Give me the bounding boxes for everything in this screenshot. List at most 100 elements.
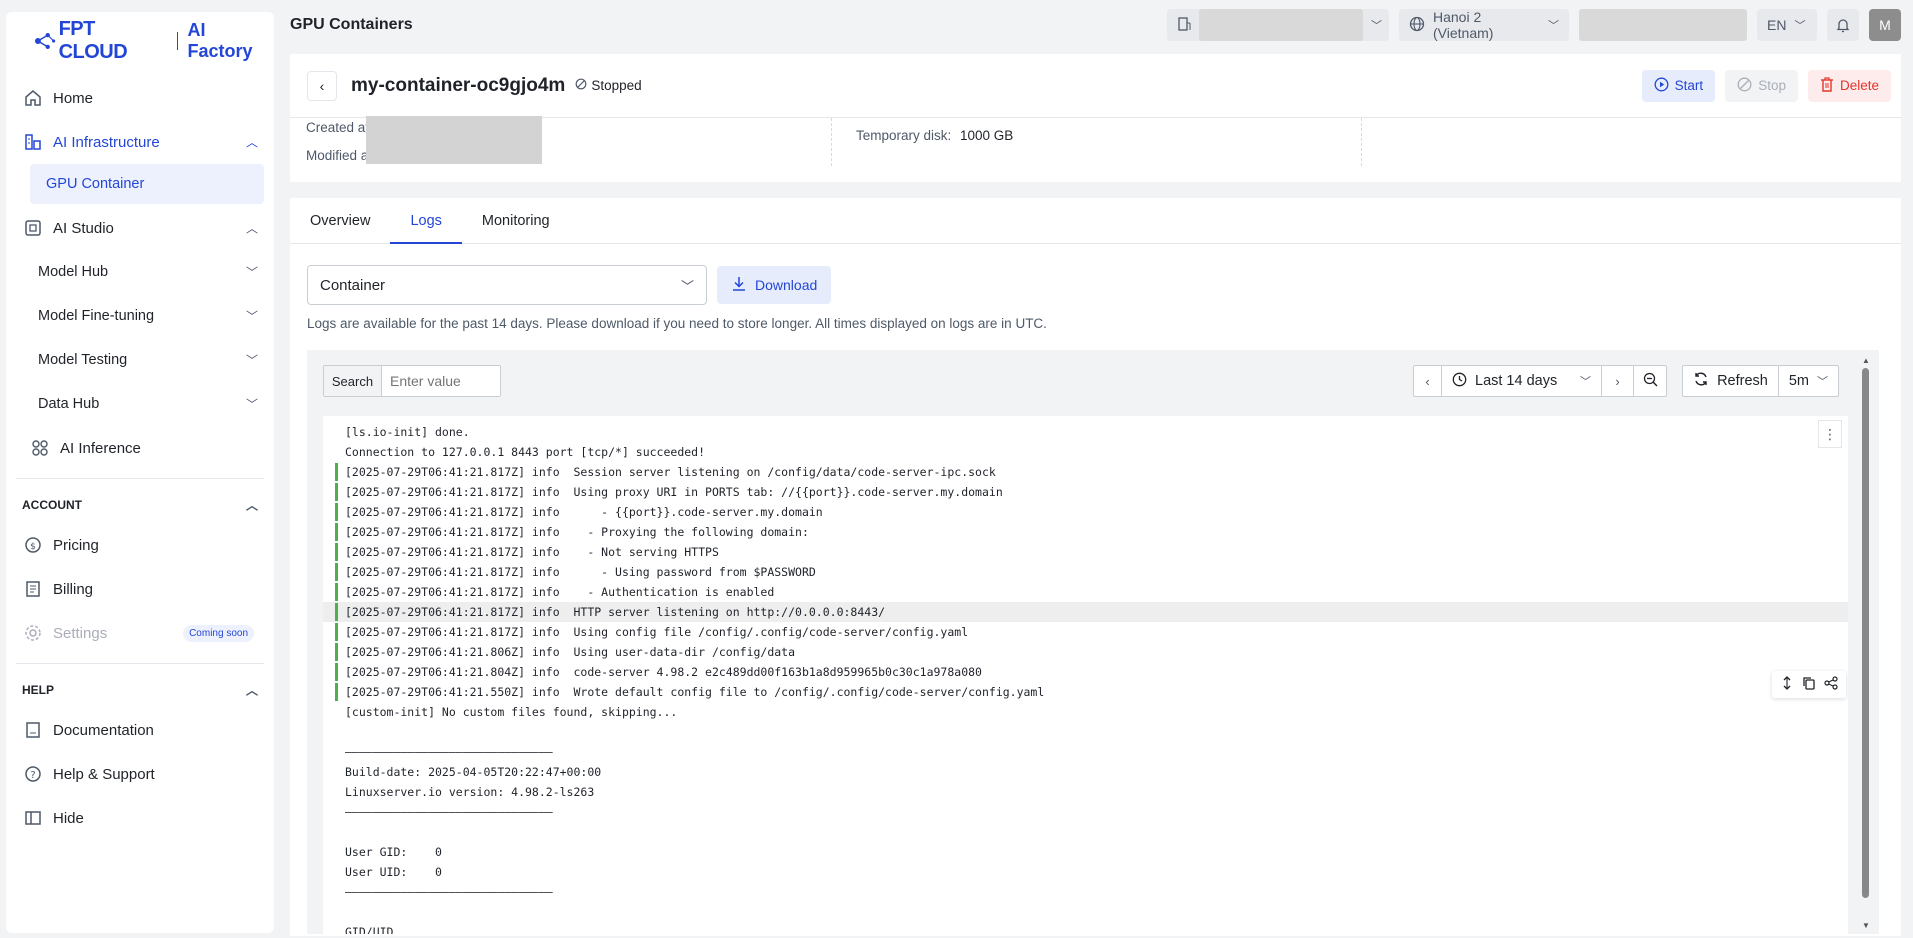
- language-select[interactable]: EN ﹀: [1757, 9, 1817, 41]
- notification-bell-icon[interactable]: [1827, 9, 1859, 41]
- log-toolbar: Container ﹀ Download: [307, 265, 832, 305]
- log-line[interactable]: [2025-07-29T06:41:21.817Z] info - Not se…: [323, 542, 1848, 562]
- log-scrollbar[interactable]: ▲ ▼: [1861, 356, 1871, 930]
- log-line[interactable]: [2025-07-29T06:41:21.817Z] info Session …: [323, 462, 1848, 482]
- log-line[interactable]: User UID: 0: [323, 862, 1848, 882]
- refresh-interval-select[interactable]: 5m ﹀: [1779, 366, 1838, 396]
- chevron-up-icon[interactable]: ︿: [246, 497, 258, 514]
- chevron-down-icon[interactable]: ﹀: [246, 396, 258, 413]
- sidebar-item-model-testing[interactable]: Model Testing ﹀: [6, 338, 274, 382]
- stop-button[interactable]: Stop: [1725, 69, 1798, 102]
- log-line[interactable]: [2025-07-29T06:41:21.817Z] info HTTP ser…: [323, 602, 1848, 622]
- scroll-up-icon[interactable]: ▲: [1861, 356, 1871, 365]
- time-range-picker[interactable]: Last 14 days ﹀: [1442, 366, 1602, 396]
- tab-overview[interactable]: Overview: [310, 198, 390, 243]
- logs-card: Overview Logs Monitoring Container ﹀ Dow…: [290, 198, 1901, 936]
- log-line[interactable]: [2025-07-29T06:41:21.817Z] info - Authen…: [323, 582, 1848, 602]
- log-line[interactable]: [323, 902, 1848, 922]
- chevron-left-icon: ‹: [1425, 373, 1430, 389]
- time-range-controls: ‹ Last 14 days ﹀ ›: [1413, 365, 1667, 397]
- sidebar-item-documentation[interactable]: Documentation: [6, 708, 274, 752]
- log-viewer[interactable]: [ls.io-init] done. Connection to 127.0.0.…: [323, 416, 1848, 934]
- time-prev-button[interactable]: ‹: [1414, 366, 1442, 396]
- account-redacted[interactable]: [1579, 9, 1747, 41]
- brand-logo[interactable]: FPT CLOUD AI Factory: [6, 12, 274, 70]
- chevron-down-icon[interactable]: ﹀: [246, 352, 258, 369]
- sidebar: FPT CLOUD AI Factory Home AI Infrastruct…: [6, 12, 274, 933]
- sidebar-item-ai-studio[interactable]: AI Studio ︿: [6, 206, 274, 250]
- section-help[interactable]: HELP ︿: [6, 672, 274, 708]
- log-line[interactable]: Connection to 127.0.0.1 8443 port [tcp/*…: [323, 442, 1848, 462]
- coming-soon-badge: Coming soon: [183, 624, 254, 642]
- sidebar-item-model-fine-tuning[interactable]: Model Fine-tuning ﹀: [6, 294, 274, 338]
- scroll-down-icon[interactable]: ▼: [1861, 921, 1871, 930]
- help-icon: ?: [23, 764, 43, 784]
- refresh-interval-value: 5m: [1788, 373, 1809, 389]
- log-line[interactable]: ——————————————————————————————: [323, 882, 1848, 902]
- sidebar-item-help-support[interactable]: ? Help & Support: [6, 752, 274, 796]
- log-line[interactable]: [ls.io-init] done.: [323, 422, 1848, 442]
- share-icon[interactable]: [1824, 676, 1838, 693]
- scrollbar-thumb[interactable]: [1862, 368, 1869, 898]
- avatar[interactable]: M: [1869, 9, 1901, 41]
- log-line[interactable]: [323, 822, 1848, 842]
- log-panel: Search ‹ Last 14 days ﹀ › Refresh 5m ﹀: [307, 350, 1879, 934]
- chevron-up-icon[interactable]: ︿: [246, 134, 258, 151]
- search-input[interactable]: [382, 366, 500, 396]
- sidebar-item-home[interactable]: Home: [6, 76, 274, 120]
- tab-logs[interactable]: Logs: [390, 198, 463, 244]
- sidebar-item-model-hub[interactable]: Model Hub ﹀: [6, 250, 274, 294]
- chevron-down-icon[interactable]: ﹀: [246, 308, 258, 325]
- log-line[interactable]: [2025-07-29T06:41:21.817Z] info Using co…: [323, 622, 1848, 642]
- log-line[interactable]: [2025-07-29T06:41:21.817Z] info Using pr…: [323, 482, 1848, 502]
- tab-monitoring[interactable]: Monitoring: [462, 198, 570, 243]
- sidebar-collapse-icon: [23, 808, 43, 828]
- sidebar-item-pricing[interactable]: $ Pricing: [6, 523, 274, 567]
- log-line[interactable]: [2025-07-29T06:41:21.817Z] info - Proxyi…: [323, 522, 1848, 542]
- log-line[interactable]: [2025-07-29T06:41:21.806Z] info Using us…: [323, 642, 1848, 662]
- sidebar-item-billing[interactable]: Billing: [6, 567, 274, 611]
- log-line[interactable]: Build-date: 2025-04-05T20:22:47+00:00: [323, 762, 1848, 782]
- log-line[interactable]: [2025-07-29T06:41:21.817Z] info - {{port…: [323, 502, 1848, 522]
- sidebar-item-hide[interactable]: Hide: [6, 796, 274, 840]
- play-icon: [1654, 77, 1669, 95]
- time-next-button[interactable]: ›: [1602, 366, 1634, 396]
- copy-icon[interactable]: [1802, 676, 1816, 693]
- chevron-up-icon[interactable]: ︿: [246, 220, 258, 237]
- download-button[interactable]: Download: [717, 266, 832, 304]
- log-source-select[interactable]: Container ﹀: [307, 265, 707, 305]
- stopped-status-icon: [575, 78, 587, 93]
- sidebar-item-data-hub[interactable]: Data Hub ﹀: [6, 382, 274, 426]
- log-line[interactable]: [2025-07-29T06:41:21.817Z] info - Using …: [323, 562, 1848, 582]
- download-label: Download: [755, 277, 818, 293]
- start-button[interactable]: Start: [1641, 69, 1716, 102]
- log-line[interactable]: [custom-init] No custom files found, ski…: [323, 702, 1848, 722]
- more-options-icon[interactable]: ⋮: [1818, 420, 1842, 448]
- log-lines: [ls.io-init] done. Connection to 127.0.0.…: [323, 422, 1848, 934]
- region-label: Hanoi 2 (Vietnam): [1433, 9, 1494, 41]
- log-line[interactable]: [2025-07-29T06:41:21.550Z] info Wrote de…: [323, 682, 1848, 702]
- chevron-up-icon[interactable]: ︿: [246, 682, 258, 699]
- project-select[interactable]: ﹀: [1167, 9, 1389, 41]
- status-text: Stopped: [591, 78, 642, 93]
- delete-button[interactable]: Delete: [1807, 69, 1891, 102]
- expand-icon[interactable]: [1780, 676, 1794, 693]
- chevron-down-icon[interactable]: ﹀: [246, 264, 258, 281]
- logo-divider: [176, 32, 178, 50]
- sidebar-item-ai-inference[interactable]: AI Inference: [6, 426, 274, 470]
- refresh-button[interactable]: Refresh: [1683, 366, 1779, 396]
- refresh-label: Refresh: [1717, 373, 1768, 389]
- log-line[interactable]: Linuxserver.io version: 4.98.2-ls263: [323, 782, 1848, 802]
- sidebar-item-ai-infrastructure[interactable]: AI Infrastructure ︿: [6, 120, 274, 164]
- section-account[interactable]: ACCOUNT ︿: [6, 487, 274, 523]
- log-line[interactable]: GID/UID: [323, 922, 1848, 934]
- region-select[interactable]: Hanoi 2 (Vietnam) ﹀: [1399, 9, 1569, 41]
- sidebar-item-gpu-container[interactable]: GPU Container: [30, 164, 264, 204]
- log-line[interactable]: [2025-07-29T06:41:21.804Z] info code-ser…: [323, 662, 1848, 682]
- log-line[interactable]: ——————————————————————————————: [323, 802, 1848, 822]
- log-line[interactable]: ——————————————————————————————: [323, 742, 1848, 762]
- back-button[interactable]: ‹: [307, 70, 337, 101]
- zoom-out-button[interactable]: [1634, 366, 1666, 396]
- log-line[interactable]: [323, 722, 1848, 742]
- log-line[interactable]: User GID: 0: [323, 842, 1848, 862]
